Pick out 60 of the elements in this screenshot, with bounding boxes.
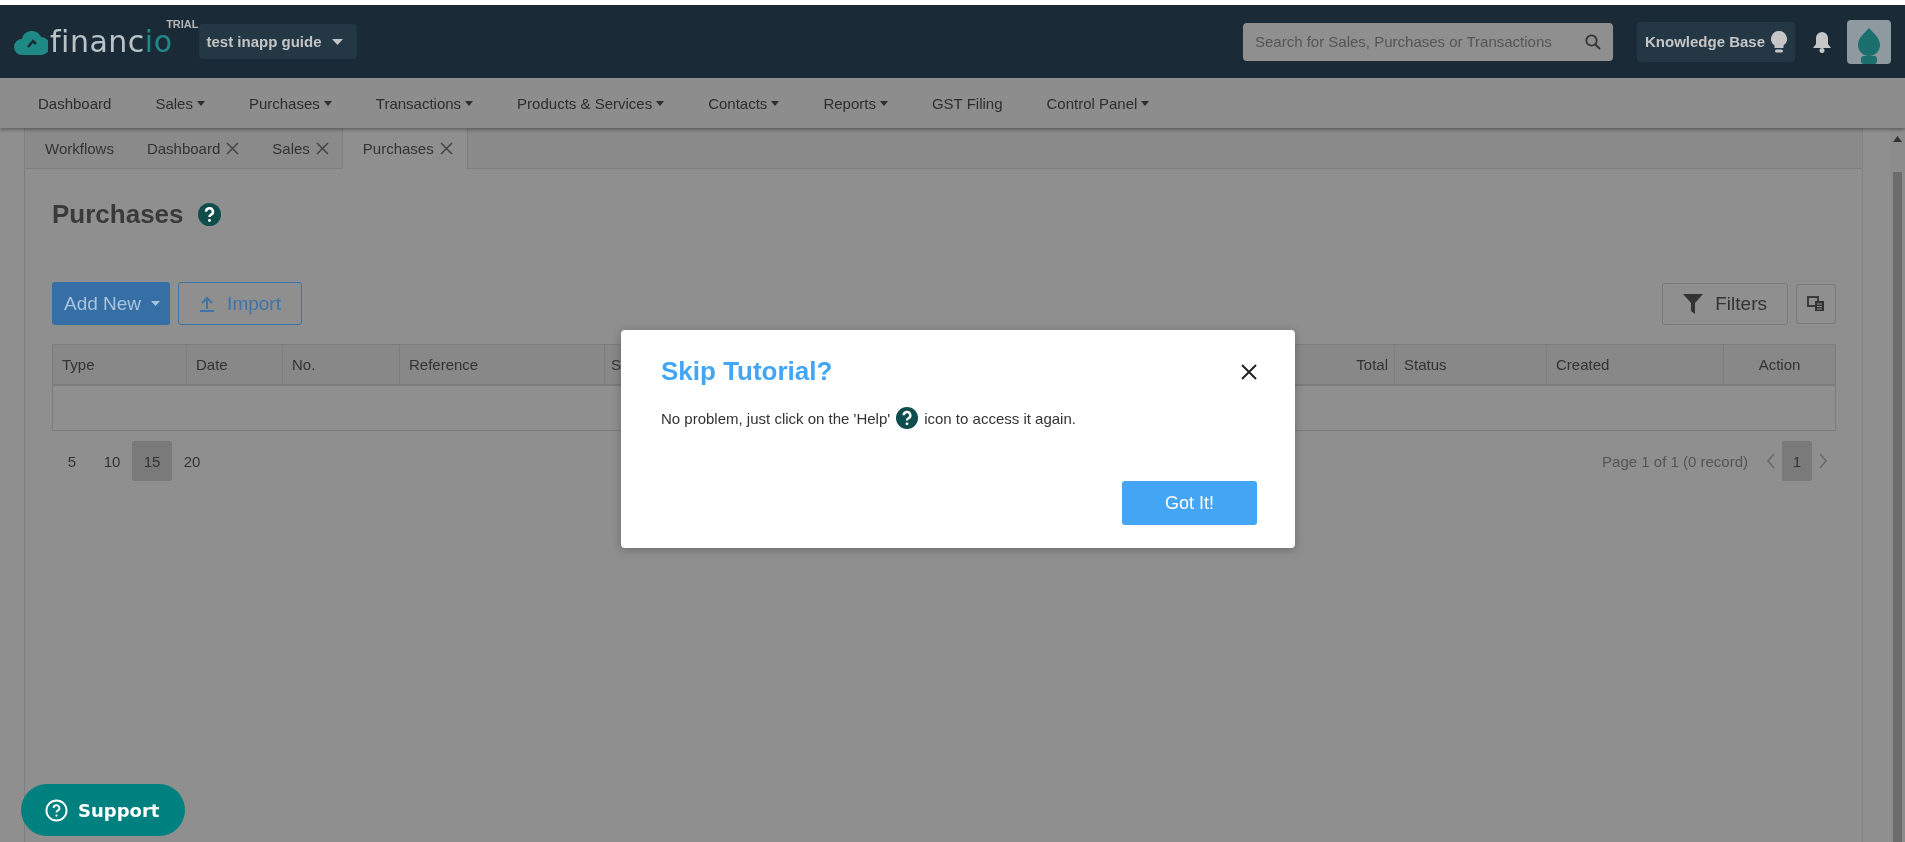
page-title: Purchases <box>52 199 184 230</box>
column-header: Status <box>1404 356 1447 373</box>
column-header: S <box>611 356 621 373</box>
got-it-button[interactable]: Got It! <box>1122 481 1257 525</box>
column-header: Created <box>1556 356 1610 373</box>
tab[interactable]: Sales <box>252 128 342 168</box>
nav-menu-item[interactable]: Products & Services <box>495 94 687 112</box>
help-icon <box>45 798 68 822</box>
support-button[interactable]: Support <box>21 784 186 836</box>
caret-icon <box>331 38 343 45</box>
add-new-button[interactable]: Add New <box>52 282 171 325</box>
column-header: Date <box>196 356 228 373</box>
column-header: Total <box>1356 356 1388 373</box>
dialog-message: icon to access it again. <box>924 409 1076 427</box>
page-summary: Page 1 of 1 (0 record) <box>1602 452 1748 470</box>
column-header: Reference <box>409 356 479 373</box>
close-button[interactable] <box>1241 363 1257 380</box>
page-size-option[interactable]: 10 <box>92 441 132 481</box>
dialog-title: Skip Tutorial? <box>661 356 833 387</box>
dialog-message: No problem, just click on the 'Help' <box>661 409 891 427</box>
page-size-option[interactable]: 20 <box>172 441 212 481</box>
cloud-logo-icon <box>14 28 48 55</box>
nav-menu-item[interactable]: Control Panel <box>1024 94 1172 112</box>
help-icon[interactable] <box>896 407 919 429</box>
bell-icon[interactable] <box>1813 30 1831 53</box>
nav-menu-item[interactable]: Reports <box>801 94 910 112</box>
organization-dropdown[interactable]: test inapp guide <box>198 24 357 59</box>
page-size-option[interactable]: 5 <box>52 441 92 481</box>
column-header: Type <box>62 356 95 373</box>
search-icon <box>1584 33 1601 50</box>
nav-menu-item[interactable]: GST Filing <box>909 94 1025 112</box>
help-icon[interactable] <box>197 203 221 226</box>
column-header: Action <box>1758 356 1801 373</box>
close-icon[interactable] <box>226 141 240 155</box>
tab[interactable]: Workflows <box>25 128 127 168</box>
filters-button[interactable]: Filters <box>1662 282 1788 325</box>
nav-menu-item[interactable]: Purchases <box>226 94 354 112</box>
nav-menu-item[interactable]: Sales <box>133 94 227 112</box>
filter-icon <box>1683 293 1704 314</box>
page-number[interactable]: 1 <box>1782 441 1812 481</box>
search-field[interactable]: Search for Sales, Purchases or Transactions <box>1242 22 1613 61</box>
caret-icon <box>151 301 161 306</box>
close-icon[interactable] <box>439 142 453 155</box>
nav-menu-item[interactable]: Dashboard <box>16 94 134 112</box>
lightbulb-icon <box>1771 30 1787 53</box>
trial-label: TRIAL <box>166 18 199 30</box>
nav-menu-item[interactable]: Transactions <box>353 94 496 112</box>
avatar[interactable] <box>1847 19 1891 64</box>
nav-menu-item[interactable]: Contacts <box>686 94 802 112</box>
columns-icon <box>1807 295 1825 312</box>
page-size-option[interactable]: 15 <box>132 441 172 481</box>
knowledge-base-button[interactable]: Knowledge Base <box>1636 21 1795 62</box>
column-header: No. <box>292 356 316 373</box>
tab[interactable]: Purchases <box>341 128 468 169</box>
columns-button[interactable] <box>1796 283 1836 324</box>
close-icon[interactable] <box>315 141 329 155</box>
tab[interactable]: Dashboard <box>126 128 253 168</box>
scroll-up-icon[interactable] <box>1893 136 1902 142</box>
close-icon <box>1241 363 1257 380</box>
upload-icon <box>199 295 216 312</box>
